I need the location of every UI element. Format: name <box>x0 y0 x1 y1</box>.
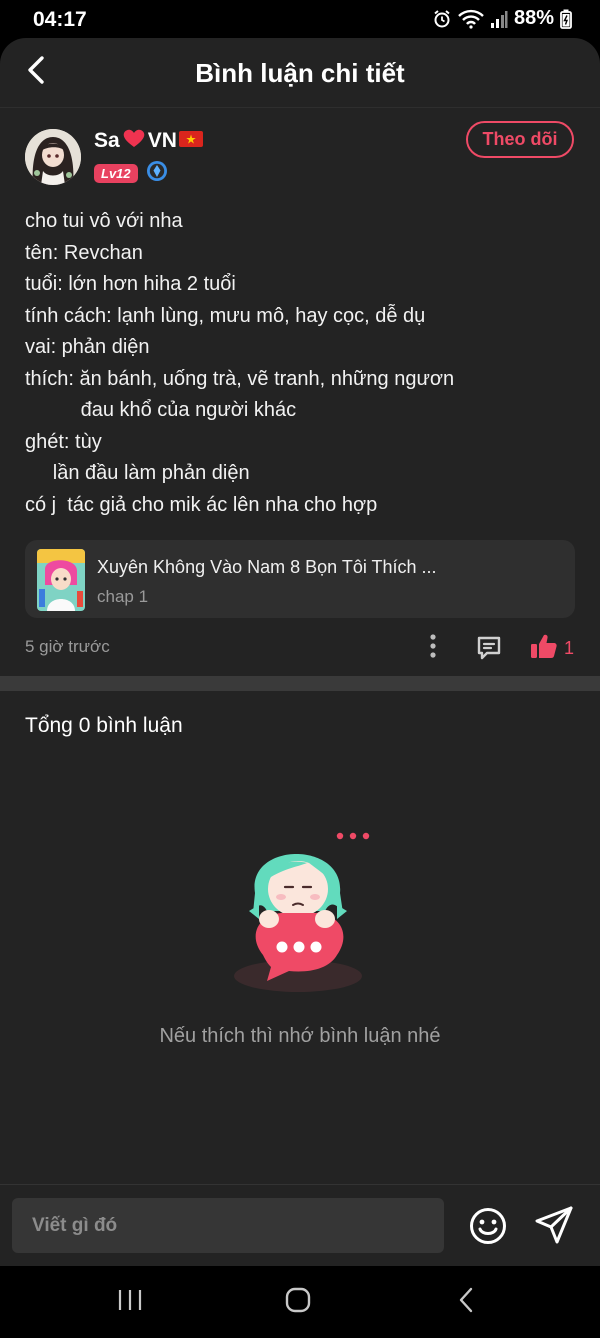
follow-button[interactable]: Theo dõi <box>466 121 574 158</box>
battery-icon <box>560 9 572 29</box>
comment-bubble-icon <box>475 636 503 666</box>
comment-line: vai: phản diện <box>25 336 150 358</box>
heart-icon <box>122 128 146 154</box>
comment-input[interactable] <box>12 1198 444 1253</box>
comment-timestamp: 5 giờ trước <box>25 637 110 656</box>
page-title: Bình luận chi tiết <box>195 58 405 88</box>
more-options-button[interactable] <box>425 633 441 663</box>
battery-percent: 88% <box>513 7 554 29</box>
status-time: 04:17 <box>33 8 87 31</box>
like-count: 1 <box>564 637 575 658</box>
level-badge: Lv12 <box>94 164 138 183</box>
diamond-badge-icon <box>146 160 168 187</box>
thumbs-up-icon <box>530 633 558 664</box>
comment-actions: 5 giờ trước 1 <box>25 633 575 663</box>
comment-line: cho tui vô với nha <box>25 210 183 232</box>
like-button[interactable]: 1 <box>530 634 574 662</box>
emoji-button[interactable] <box>468 1206 508 1246</box>
smiley-icon <box>468 1208 508 1250</box>
header: Bình luận chi tiết <box>0 38 600 108</box>
story-link-card[interactable]: Xuyên Không Vào Nam 8 Bọn Tôi Thích ... … <box>25 540 575 618</box>
home-button[interactable] <box>278 1286 318 1318</box>
status-bar: 04:17 88% <box>0 0 600 40</box>
username-suffix: VN <box>147 129 177 152</box>
comment-detail-screen: Bình luận chi tiết Sa VN Lv12 Theo dõi c… <box>0 38 600 1266</box>
comment-input-bar <box>0 1184 600 1266</box>
back-arrow-icon <box>457 1286 475 1319</box>
send-button[interactable] <box>533 1204 575 1246</box>
alarm-icon <box>432 9 452 29</box>
system-navigation-bar <box>0 1266 600 1338</box>
recent-apps-icon <box>117 1288 143 1317</box>
comment-line: tên: Revchan <box>25 241 143 264</box>
empty-state-illustration <box>225 823 375 1003</box>
avatar[interactable] <box>25 129 81 185</box>
system-back-button[interactable] <box>446 1286 486 1318</box>
vietnam-flag-icon <box>178 129 203 153</box>
recent-apps-button[interactable] <box>110 1286 150 1318</box>
story-title: Xuyên Không Vào Nam 8 Bọn Tôi Thích ... <box>97 557 437 577</box>
reply-button[interactable] <box>475 634 503 662</box>
replies-count: Tổng 0 bình luận <box>25 714 183 737</box>
signal-icon <box>490 9 508 29</box>
comment-line: ghét: tùy <box>25 430 102 453</box>
username-text: Sa <box>94 129 120 152</box>
user-badges: Lv12 <box>94 160 168 187</box>
comment-line: tính cách: lạnh lùng, mưu mô, hay cọc, d… <box>25 304 426 327</box>
username[interactable]: Sa VN <box>94 128 203 154</box>
comment-line: đau khổ của người khác <box>25 399 297 421</box>
send-icon <box>533 1206 575 1250</box>
comment-line: lần đầu làm phản diện <box>25 462 250 484</box>
empty-state-message: Nếu thích thì nhớ bình luận nhé <box>159 1025 441 1047</box>
story-chapter: chap 1 <box>97 587 149 606</box>
wifi-icon <box>458 9 484 29</box>
home-icon <box>284 1286 312 1319</box>
story-cover-image <box>37 549 85 611</box>
comment-text: cho tui vô với nha tên: Revchan tuổi: lớ… <box>25 206 575 521</box>
comment-line: có j tác giả cho mik ác lên nha cho hợp <box>25 493 378 516</box>
section-divider <box>0 676 600 691</box>
more-vertical-icon <box>429 633 437 663</box>
comment-line: tuổi: lớn hơn hiha 2 tuổi <box>25 273 236 295</box>
comment-line: thích: ăn bánh, uống trà, vẽ tranh, nhữn… <box>25 367 455 390</box>
status-icons: 88% <box>432 7 572 30</box>
